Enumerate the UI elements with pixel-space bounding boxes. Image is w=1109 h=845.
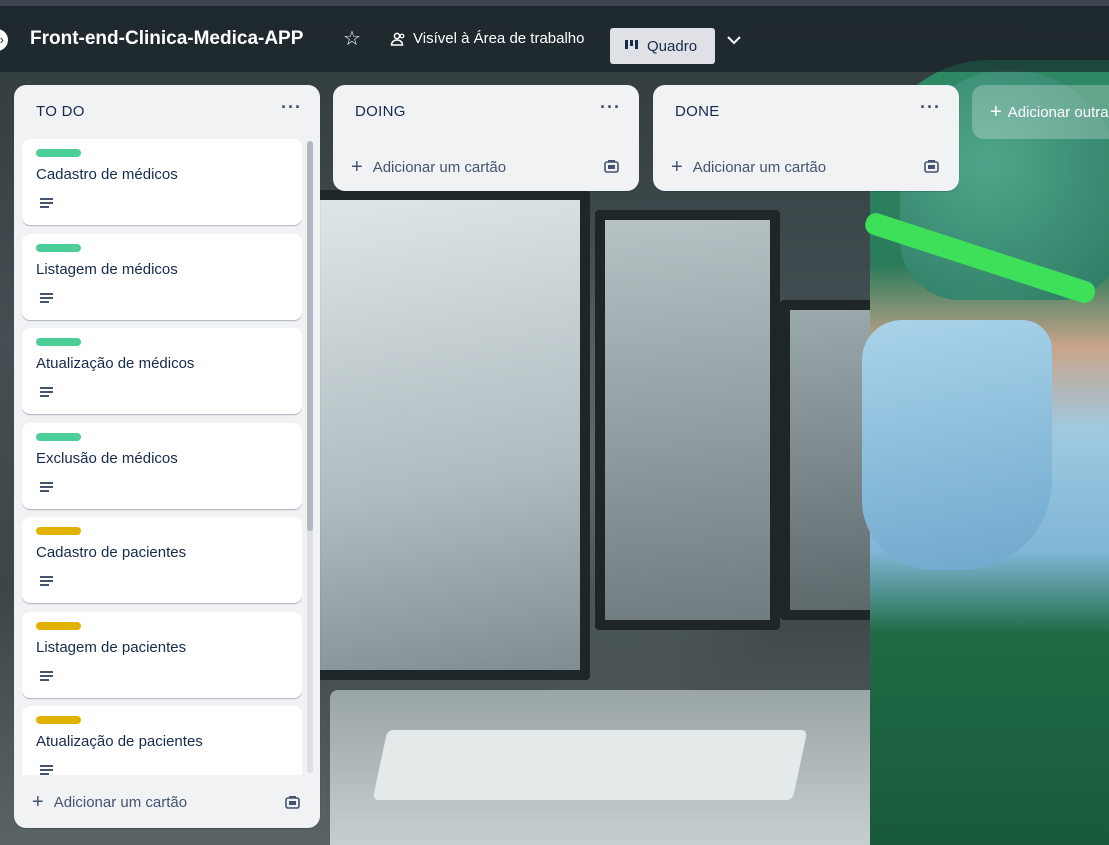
visibility-label: Visível à Área de trabalho bbox=[413, 30, 585, 47]
chevron-down-icon[interactable] bbox=[726, 32, 742, 53]
card-label-yellow[interactable] bbox=[36, 527, 81, 535]
card[interactable]: Atualização de médicos bbox=[22, 328, 302, 414]
sidebar-expand-icon[interactable]: › bbox=[0, 29, 8, 51]
card-title: Listagem de médicos bbox=[36, 261, 178, 278]
list-menu-icon[interactable]: ··· bbox=[920, 97, 941, 118]
list-title[interactable]: TO DO bbox=[36, 103, 85, 120]
description-icon bbox=[40, 387, 53, 398]
add-list-button[interactable]: + Adicionar outra lista bbox=[972, 85, 1109, 139]
card-label-yellow[interactable] bbox=[36, 622, 81, 630]
card-title: Cadastro de pacientes bbox=[36, 544, 187, 561]
card[interactable]: Cadastro de pacientes bbox=[22, 517, 302, 603]
background-keyboard bbox=[372, 730, 808, 800]
card-template-icon[interactable] bbox=[285, 796, 300, 809]
list-title[interactable]: DOING bbox=[355, 103, 406, 120]
visibility-button[interactable]: Visível à Área de trabalho bbox=[389, 30, 585, 47]
card[interactable]: Listagem de médicos bbox=[22, 234, 302, 320]
card[interactable]: Atualização de pacientes bbox=[22, 706, 302, 775]
card[interactable]: Cadastro de médicos bbox=[22, 139, 302, 225]
plus-icon: + bbox=[351, 156, 363, 178]
background-monitor bbox=[300, 190, 590, 680]
description-icon bbox=[40, 482, 53, 493]
card-label-yellow[interactable] bbox=[36, 716, 81, 724]
card-label-green[interactable] bbox=[36, 149, 81, 157]
description-icon bbox=[40, 576, 53, 587]
add-card-label: Adicionar um cartão bbox=[372, 158, 507, 176]
board-title[interactable]: Front-end-Clinica-Medica-APP bbox=[30, 28, 303, 50]
scrollbar-thumb[interactable] bbox=[307, 141, 313, 531]
list-scrollbar[interactable] bbox=[307, 141, 313, 773]
add-card-button[interactable]: + Adicionar um cartão bbox=[671, 157, 826, 177]
description-icon bbox=[40, 765, 53, 775]
list-menu-icon[interactable]: ··· bbox=[281, 97, 302, 118]
card[interactable]: Exclusão de médicos bbox=[22, 423, 302, 509]
list-done: DONE ··· + Adicionar um cartão bbox=[653, 85, 959, 191]
add-list-label: Adicionar outra lista bbox=[1007, 103, 1109, 121]
star-icon[interactable]: ☆ bbox=[343, 28, 361, 50]
plus-icon: + bbox=[990, 101, 1002, 123]
board-view-icon bbox=[625, 40, 638, 49]
card-title: Cadastro de médicos bbox=[36, 166, 178, 183]
card-label-green[interactable] bbox=[36, 433, 81, 441]
add-card-label: Adicionar um cartão bbox=[692, 158, 827, 176]
card-title: Atualização de médicos bbox=[36, 355, 195, 372]
description-icon bbox=[40, 671, 53, 682]
card-label-green[interactable] bbox=[36, 244, 81, 252]
add-card-button[interactable]: + Adicionar um cartão bbox=[32, 792, 187, 812]
background-monitor bbox=[595, 210, 780, 630]
add-card-button[interactable]: + Adicionar um cartão bbox=[351, 157, 506, 177]
card-template-icon[interactable] bbox=[604, 160, 619, 173]
list-todo: TO DO ··· Cadastro de médicos Listagem d… bbox=[14, 85, 320, 828]
card-label-green[interactable] bbox=[36, 338, 81, 346]
board-view-button[interactable]: Quadro bbox=[610, 28, 715, 64]
card[interactable]: Listagem de pacientes bbox=[22, 612, 302, 698]
card-list: Cadastro de médicos Listagem de médicos … bbox=[22, 139, 302, 775]
add-card-label: Adicionar um cartão bbox=[53, 793, 188, 811]
list-doing: DOING ··· + Adicionar um cartão bbox=[333, 85, 639, 191]
board-header: › Front-end-Clinica-Medica-APP ☆ Visível… bbox=[0, 6, 1109, 72]
list-title[interactable]: DONE bbox=[675, 103, 720, 120]
plus-icon: + bbox=[671, 156, 683, 178]
card-title: Atualização de pacientes bbox=[36, 733, 203, 750]
plus-icon: + bbox=[32, 791, 44, 813]
list-menu-icon[interactable]: ··· bbox=[600, 97, 621, 118]
card-title: Listagem de pacientes bbox=[36, 639, 187, 656]
workspace-visibility-icon bbox=[390, 32, 405, 46]
board-view-label: Quadro bbox=[647, 37, 698, 55]
description-icon bbox=[40, 293, 53, 304]
card-template-icon[interactable] bbox=[924, 160, 939, 173]
card-title: Exclusão de médicos bbox=[36, 450, 178, 467]
description-icon bbox=[40, 198, 53, 209]
background-surgical-mask bbox=[862, 320, 1052, 570]
